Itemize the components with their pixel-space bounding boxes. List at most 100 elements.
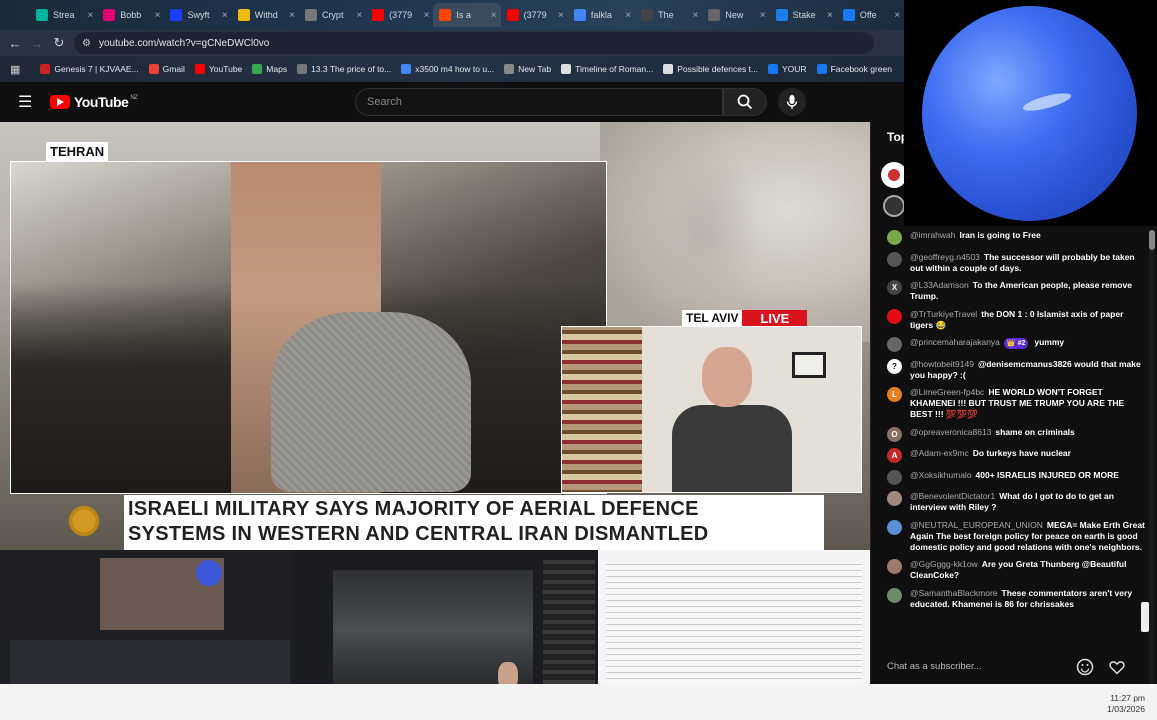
chat-message[interactable]: @TrTurkiyeTravel the DON 1 : 0 Islamist a…	[887, 308, 1145, 331]
browser-tab[interactable]: Bobb ×	[97, 3, 164, 27]
tab-close-icon[interactable]: ×	[827, 10, 833, 21]
site-info-icon[interactable]: ⚙	[82, 38, 91, 49]
menu-icon[interactable]: ☰	[18, 92, 38, 112]
chat-message[interactable]: @princemaharajakanya 👑 #2 yummy	[887, 337, 1145, 352]
bookmark-item[interactable]: YOUR	[768, 64, 807, 74]
video-player[interactable]: TEHRAN TEL AVIV LIVE ISRAELI MILITARY SA…	[0, 122, 870, 550]
system-clock[interactable]: 11:27 pm 1/03/2026	[1107, 693, 1145, 715]
chat-avatar[interactable]	[887, 559, 902, 574]
chat-author[interactable]: @L33Adamson	[910, 280, 969, 290]
chat-author[interactable]: @BenevolentDictator1	[910, 491, 995, 501]
pinned-avatar-secondary[interactable]	[883, 195, 905, 217]
chat-input[interactable]: Chat as a subscriber...	[887, 657, 1075, 677]
chat-scrollbar[interactable]	[1149, 230, 1155, 720]
tab-close-icon[interactable]: ×	[693, 10, 699, 21]
chat-author[interactable]: @NEUTRAL_EUROPEAN_UNION	[910, 520, 1043, 530]
chat-message[interactable]: @Xoksikhumalo 400+ ISRAELIS INJURED OR MO…	[887, 469, 1145, 485]
chat-message[interactable]: O @opreaveronica8613 shame on criminals	[887, 426, 1145, 442]
tab-close-icon[interactable]: ×	[155, 10, 161, 21]
chat-message[interactable]: @BenevolentDictator1 What do I got to do …	[887, 491, 1145, 513]
bookmark-item[interactable]: 13.3 The price of to...	[297, 64, 391, 74]
chat-author[interactable]: @imrahwah	[910, 230, 955, 240]
browser-tab[interactable]: falkla ×	[568, 3, 635, 27]
browser-tab[interactable]: Withd ×	[232, 3, 299, 27]
tab-close-icon[interactable]: ×	[894, 10, 900, 21]
browser-tab[interactable]: (3779 ×	[366, 3, 433, 27]
chat-avatar[interactable]	[887, 491, 902, 506]
tab-close-icon[interactable]: ×	[625, 10, 631, 21]
chat-avatar[interactable]	[887, 469, 902, 485]
heart-icon[interactable]	[1108, 658, 1126, 676]
bookmark-item[interactable]: Gmail	[148, 64, 185, 74]
chat-avatar[interactable]	[887, 230, 902, 245]
chat-message[interactable]: @SamanthaBlackmore These commentators are…	[887, 587, 1145, 610]
chat-message[interactable]: @imrahwah Iran is going to Free	[887, 230, 1145, 245]
browser-tab[interactable]: Strea ×	[30, 3, 97, 27]
reload-icon[interactable]: ↻	[48, 35, 70, 51]
chat-avatar[interactable]: X	[887, 280, 902, 295]
chat-message[interactable]: L @LimeGreen-fp4bc HE WORLD WON'T FORGET K…	[887, 387, 1145, 420]
browser-tab[interactable]: Swyft ×	[164, 3, 231, 27]
url-field[interactable]: ⚙ youtube.com/watch?v=gCNeDWCl0vo	[74, 32, 874, 54]
chat-message[interactable]: X @L33Adamson To the American people, plea…	[887, 280, 1145, 302]
chat-author[interactable]: @geoffreyg.n4503	[910, 252, 980, 262]
chat-message[interactable]: A @Adam-ex9mc Do turkeys have nuclear	[887, 448, 1145, 463]
chat-author[interactable]: @opreaveronica8613	[910, 427, 991, 437]
tab-close-icon[interactable]: ×	[424, 10, 430, 21]
bookmark-item[interactable]: Possible defences t...	[663, 64, 758, 74]
chat-author[interactable]: @TrTurkiyeTravel	[910, 309, 977, 319]
chat-avatar[interactable]: L	[887, 387, 902, 402]
bookmark-item[interactable]: Maps	[252, 64, 287, 74]
browser-tab[interactable]: (3779 ×	[501, 3, 568, 27]
tab-close-icon[interactable]: ×	[558, 10, 564, 21]
tab-close-icon[interactable]: ×	[87, 10, 93, 21]
tab-close-icon[interactable]: ×	[289, 10, 295, 21]
search-input[interactable]: Search	[355, 88, 723, 116]
bookmark-item[interactable]: New Tab	[504, 64, 551, 74]
browser-tab[interactable]: Stake ×	[770, 3, 837, 27]
chat-author[interactable]: @GgGggg-kk1ow	[910, 559, 978, 569]
bookmark-item[interactable]: x3500 m4 how to u...	[401, 64, 494, 74]
chat-avatar[interactable]	[887, 308, 902, 324]
back-icon[interactable]: ←	[4, 36, 26, 51]
chat-avatar[interactable]	[887, 587, 902, 603]
apps-grid-icon[interactable]: ▦	[10, 63, 20, 76]
chat-author[interactable]: @princemaharajakanya	[910, 337, 1000, 347]
chat-author[interactable]: @LimeGreen-fp4bc	[910, 387, 984, 397]
chat-author[interactable]: @Xoksikhumalo	[910, 470, 972, 480]
chat-avatar[interactable]	[887, 519, 902, 535]
chat-avatar[interactable]: ?	[887, 358, 902, 374]
tab-close-icon[interactable]: ×	[760, 10, 766, 21]
search-button[interactable]	[723, 88, 767, 116]
bookmark-item[interactable]: Timeline of Roman...	[561, 64, 653, 74]
bookmark-item[interactable]: Facebook green	[816, 64, 892, 74]
browser-tab[interactable]: Is a ×	[433, 3, 501, 27]
bookmark-item[interactable]: Genesis 7 | KJVAAE...	[40, 64, 139, 74]
chat-scroll-thumb[interactable]	[1149, 230, 1155, 250]
chat-message[interactable]: @geoffreyg.n4503 The successor will proba…	[887, 251, 1145, 274]
chat-avatar[interactable]	[887, 337, 902, 352]
bookmark-item[interactable]: YouTube	[194, 64, 242, 74]
browser-tab[interactable]: Offe ×	[837, 3, 904, 27]
tab-close-icon[interactable]: ×	[491, 10, 497, 21]
browser-tab[interactable]: The ×	[635, 3, 702, 27]
forward-icon[interactable]: →	[26, 36, 48, 51]
chat-author[interactable]: @Adam-ex9mc	[910, 448, 969, 458]
chat-avatar[interactable]: A	[887, 448, 902, 463]
chat-message[interactable]: ? @howtobeit9149 @denisemcmanus3826 would …	[887, 358, 1145, 381]
chat-avatar[interactable]	[887, 251, 902, 267]
youtube-logo[interactable]: YouTube NZ	[50, 94, 138, 110]
tab-label: Stake	[792, 10, 816, 20]
tab-close-icon[interactable]: ×	[222, 10, 228, 21]
chat-message[interactable]: @NEUTRAL_EUROPEAN_UNION MEGA= Make Erth G…	[887, 519, 1145, 553]
voice-search-button[interactable]	[778, 88, 806, 116]
chat-author[interactable]: @howtobeit9149	[910, 359, 974, 369]
chat-message[interactable]: @GgGggg-kk1ow Are you Greta Thunberg @Bea…	[887, 559, 1145, 581]
browser-tab[interactable]: Crypt ×	[299, 3, 366, 27]
emoji-icon[interactable]	[1076, 658, 1094, 676]
chat-avatar[interactable]: O	[887, 426, 902, 442]
chat-author[interactable]: @SamanthaBlackmore	[910, 588, 998, 598]
browser-tab[interactable]: New ×	[702, 3, 769, 27]
chat-scroll-marker[interactable]	[1141, 602, 1149, 632]
tab-close-icon[interactable]: ×	[356, 10, 362, 21]
